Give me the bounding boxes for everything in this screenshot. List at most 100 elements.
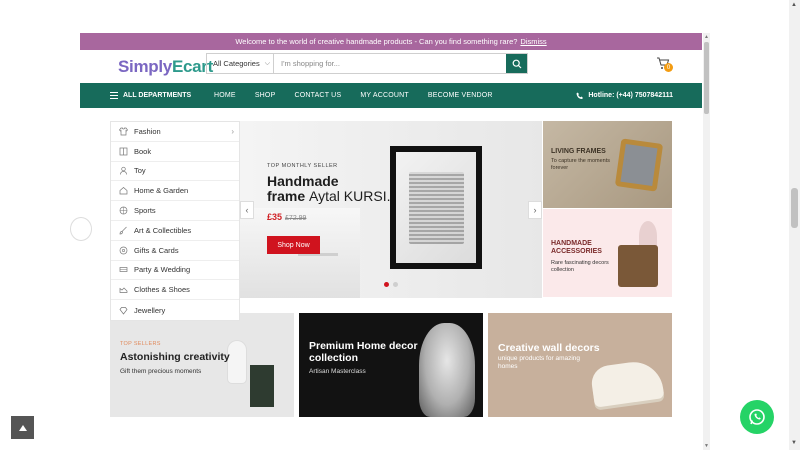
banner-title: Premium Home decor collection (309, 340, 418, 364)
side-toggle-button[interactable] (70, 217, 92, 241)
scroll-down-icon[interactable]: ▼ (791, 440, 797, 446)
scroll-up-icon[interactable]: ▲ (791, 2, 797, 8)
search-input[interactable] (274, 54, 506, 73)
hero-eyebrow: TOP MONTHLY SELLER (267, 163, 338, 169)
sidebar-item-label: Party & Wedding (134, 265, 191, 275)
sidebar-item-clothes[interactable]: Clothes & Shoes (111, 280, 239, 301)
sidebar-item-home-garden[interactable]: Home & Garden (111, 181, 239, 202)
shop-now-button[interactable]: Shop Now (267, 236, 320, 254)
sidebar-item-label: Gifts & Cards (134, 245, 179, 255)
sidebar-item-book[interactable]: Book (111, 142, 239, 162)
sidebar-item-sports[interactable]: Sports (111, 201, 239, 221)
chevron-right-icon: › (231, 126, 234, 136)
diamond-icon (119, 306, 128, 315)
hero-price-current: £35 (267, 212, 283, 222)
banner-title: Astonishing creativity (120, 351, 230, 363)
chevron-down-icon: ⌵ (264, 59, 271, 67)
hero-title-line2-light: Aytal KURSI. (309, 188, 391, 204)
gold-frame-image (614, 138, 664, 192)
window-scrollbar[interactable]: ▲ ▼ (789, 0, 800, 450)
sidebar-item-label: Book (134, 146, 152, 156)
sidebar-item-label: Art & Collectibles (134, 225, 192, 235)
vase-image (228, 341, 246, 383)
all-departments-button[interactable]: ALL DEPARTMENTS (110, 92, 191, 99)
search-button[interactable] (506, 54, 527, 73)
banner-title: HANDMADE ACCESSORIES (551, 240, 602, 255)
slider-prev-button[interactable]: ‹ (240, 201, 254, 219)
chevron-left-icon: ‹ (245, 205, 249, 215)
sidebar-item-label: Jewellery (134, 305, 166, 315)
scrollbar-thumb[interactable] (791, 188, 798, 228)
announcement-bar: Welcome to the world of creative handmad… (80, 33, 702, 50)
sidebar-item-fashion[interactable]: Fashion › (111, 122, 239, 142)
hero-title: Handmade frame Aytal KURSI. (267, 174, 390, 204)
sidebar-item-party[interactable]: Party & Wedding (111, 261, 239, 281)
hero-price-old: £72.99 (285, 215, 307, 222)
logo-part-1: Simply (118, 56, 172, 76)
home-icon (119, 186, 128, 195)
hero-frame-image (390, 146, 482, 269)
brush-icon (119, 226, 128, 235)
category-select[interactable]: All Categories ⌵ (207, 54, 274, 73)
banner-title: LIVING FRAMES (551, 148, 606, 155)
hamburger-icon (110, 92, 118, 99)
living-frames-banner[interactable]: LIVING FRAMES To capture the moments for… (543, 121, 672, 208)
premium-home-decor-banner[interactable]: Premium Home decor collection Artisan Ma… (299, 313, 483, 417)
sidebar-item-gifts[interactable]: Gifts & Cards (111, 241, 239, 261)
whatsapp-button[interactable] (740, 400, 774, 434)
logo[interactable]: SimplyEcart (118, 57, 213, 77)
cart-button[interactable]: 0 (656, 56, 673, 72)
ball-icon (119, 206, 128, 215)
search-icon (512, 59, 521, 68)
nav-item-contact[interactable]: CONTACT US (294, 92, 341, 99)
creative-wall-decors-banner[interactable]: Creative wall decors unique products for… (488, 313, 672, 417)
book-icon (119, 147, 128, 156)
nav-item-account[interactable]: MY ACCOUNT (360, 92, 409, 99)
slider-dots (384, 282, 398, 287)
slider-dot-1[interactable] (384, 282, 389, 287)
hotline[interactable]: Hotline: (+44) 7507842111 (576, 92, 673, 100)
slider-next-button[interactable]: › (528, 201, 542, 219)
shoe-icon (119, 285, 128, 294)
sidebar-item-toy[interactable]: Toy (111, 162, 239, 182)
banner-subtitle: Gift them precious moments (120, 368, 202, 375)
banner-eyebrow: TOP SELLERS (120, 341, 161, 347)
scrollbar-thumb[interactable] (704, 42, 709, 114)
nav-item-vendor[interactable]: BECOME VENDOR (428, 92, 493, 99)
nav-menu: HOME SHOP CONTACT US MY ACCOUNT BECOME V… (214, 92, 512, 99)
sidebar-item-label: Clothes & Shoes (134, 285, 190, 295)
banner-subtitle: Artisan Masterclass (309, 368, 366, 375)
handmade-accessories-banner[interactable]: HANDMADE ACCESSORIES Rare fascinating de… (543, 209, 672, 297)
nav-item-shop[interactable]: SHOP (255, 92, 276, 99)
whatsapp-icon (749, 409, 765, 425)
calligraphy-image (408, 171, 464, 244)
gift-icon (119, 246, 128, 255)
cart-count-badge: 0 (664, 63, 673, 72)
back-to-top-button[interactable] (11, 416, 34, 439)
category-sidebar: Fashion › Book Toy Home & Garden Sports A… (110, 121, 240, 321)
frame-inner (396, 152, 476, 263)
nav-item-home[interactable]: HOME (214, 92, 236, 99)
sidebar-item-label: Toy (134, 166, 146, 176)
statue-bust-image (419, 323, 475, 417)
arrow-up-icon (18, 424, 27, 431)
sidebar-item-art[interactable]: Art & Collectibles (111, 221, 239, 241)
slider-dot-2[interactable] (393, 282, 398, 287)
dismiss-link[interactable]: Dismiss (520, 37, 546, 46)
hero-price: £35 £72.99 (267, 212, 306, 222)
banner-subtitle: To capture the moments forever (551, 158, 611, 171)
category-select-value: All Categories (213, 59, 260, 68)
banner-title: Creative wall decors (498, 342, 600, 354)
banner-subtitle: Rare fascinating decors collection (551, 260, 609, 273)
astonishing-creativity-banner[interactable]: TOP SELLERS Astonishing creativity Gift … (110, 313, 294, 417)
hero-slider: TOP MONTHLY SELLER Handmade frame Aytal … (240, 121, 542, 298)
page-scrollbar[interactable]: ▲ ▼ (703, 33, 710, 450)
sidebar-item-label: Fashion (134, 126, 161, 136)
scroll-down-icon[interactable]: ▼ (704, 443, 709, 449)
phone-icon (576, 92, 584, 99)
sidebar-item-jewellery[interactable]: Jewellery (111, 300, 239, 320)
main-nav: ALL DEPARTMENTS HOME SHOP CONTACT US MY … (80, 83, 702, 108)
all-departments-label: ALL DEPARTMENTS (123, 92, 192, 99)
sidebar-item-label: Sports (134, 206, 156, 216)
scroll-up-icon[interactable]: ▲ (704, 34, 709, 40)
